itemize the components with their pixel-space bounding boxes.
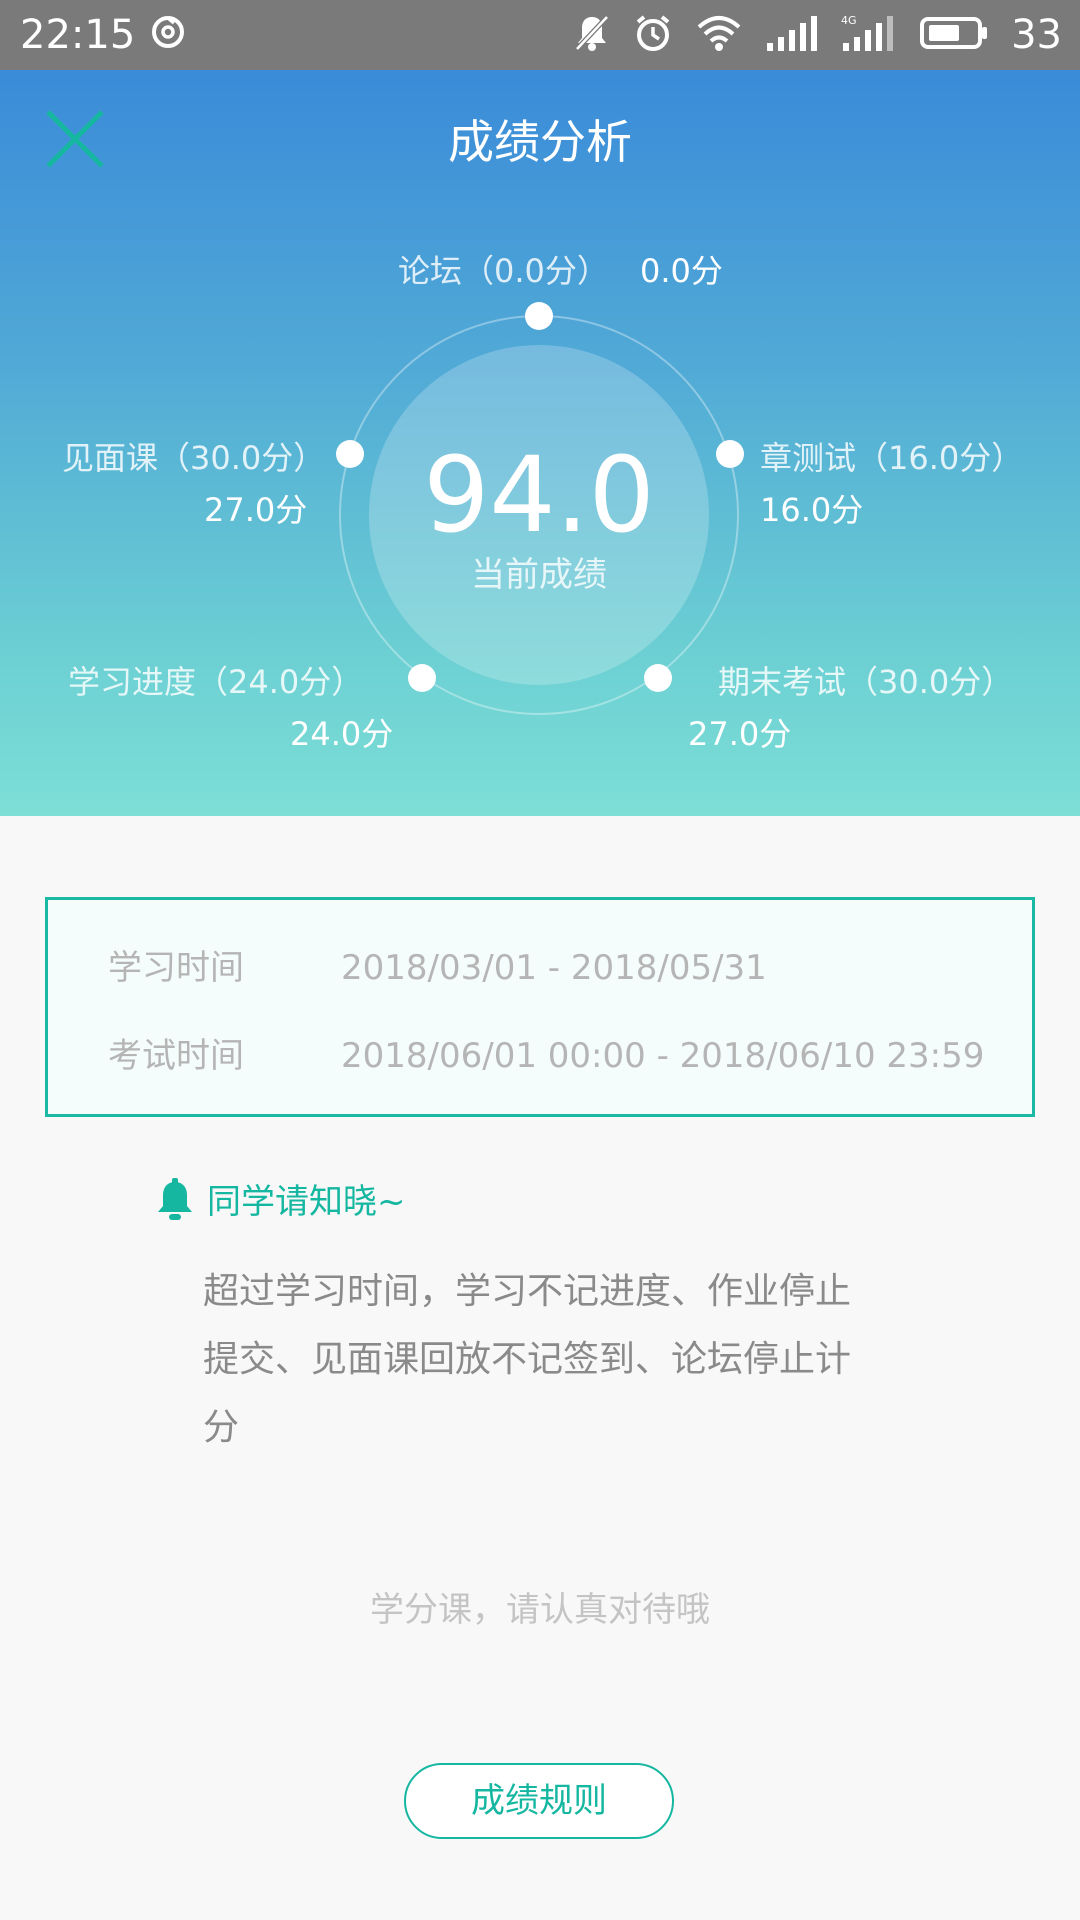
svg-text:4G: 4G	[841, 14, 857, 27]
total-score: 94.0	[423, 434, 655, 556]
progress-label: 学习进度（24.0分）	[68, 663, 364, 701]
grade-rules-button[interactable]: 成绩规则	[404, 1763, 674, 1839]
final-exam-value: 27.0分	[688, 715, 792, 753]
schedule-box: 学习时间 2018/03/01 - 2018/05/31 考试时间 2018/06/…	[45, 897, 1035, 1117]
battery-icon	[919, 13, 989, 57]
chapter-test-dot	[716, 440, 744, 468]
notice-body: 超过学习时间，学习不记进度、作业停止提交、见面课回放不记签到、论坛停止计分	[203, 1271, 852, 1448]
alarm-icon	[633, 13, 673, 57]
status-time: 22:15	[20, 12, 136, 58]
final-exam-dot	[644, 664, 672, 692]
bell-icon	[155, 1178, 195, 1226]
progress-dot	[408, 664, 436, 692]
live-class-dot	[336, 440, 364, 468]
exam-time-value: 2018/06/01 00:00 - 2018/06/10 23:59	[341, 1036, 985, 1076]
forum-value: 0.0分	[640, 252, 723, 290]
chapter-test-label: 章测试（16.0分）	[760, 439, 1024, 477]
mute-bell-icon	[573, 13, 611, 57]
4g-signal-icon: 4G	[841, 13, 897, 57]
study-time-value: 2018/03/01 - 2018/05/31	[341, 948, 767, 988]
progress-value: 24.0分	[290, 715, 394, 753]
live-class-value: 27.0分	[204, 491, 308, 529]
status-bar: 22:15 4G 33	[0, 0, 1080, 70]
notice-header: 同学请知晓~	[155, 1178, 406, 1226]
exam-time-label: 考试时间	[108, 1036, 244, 1076]
status-icons: 4G 33	[573, 10, 1062, 60]
forum-dot	[525, 302, 553, 330]
page-title: 成绩分析	[448, 115, 632, 169]
exam-time-row: 考试时间 2018/06/01 00:00 - 2018/06/10 23:59	[108, 1034, 984, 1078]
wifi-icon	[695, 13, 743, 57]
live-class-label: 见面课（30.0分）	[62, 439, 326, 477]
chapter-test-value: 16.0分	[760, 491, 864, 529]
final-exam-label: 期末考试（30.0分）	[718, 663, 1014, 701]
netease-music-icon	[150, 14, 186, 54]
notice-title: 同学请知晓~	[207, 1182, 406, 1222]
signal-icon	[765, 13, 819, 57]
total-score-caption: 当前成绩	[471, 555, 607, 595]
forum-label: 论坛（0.0分）	[398, 252, 609, 290]
study-time-label: 学习时间	[108, 948, 244, 988]
study-time-row: 学习时间 2018/03/01 - 2018/05/31	[108, 946, 767, 990]
reminder-text: 学分课，请认真对待哦	[370, 1590, 710, 1630]
battery-level: 33	[1011, 12, 1062, 58]
